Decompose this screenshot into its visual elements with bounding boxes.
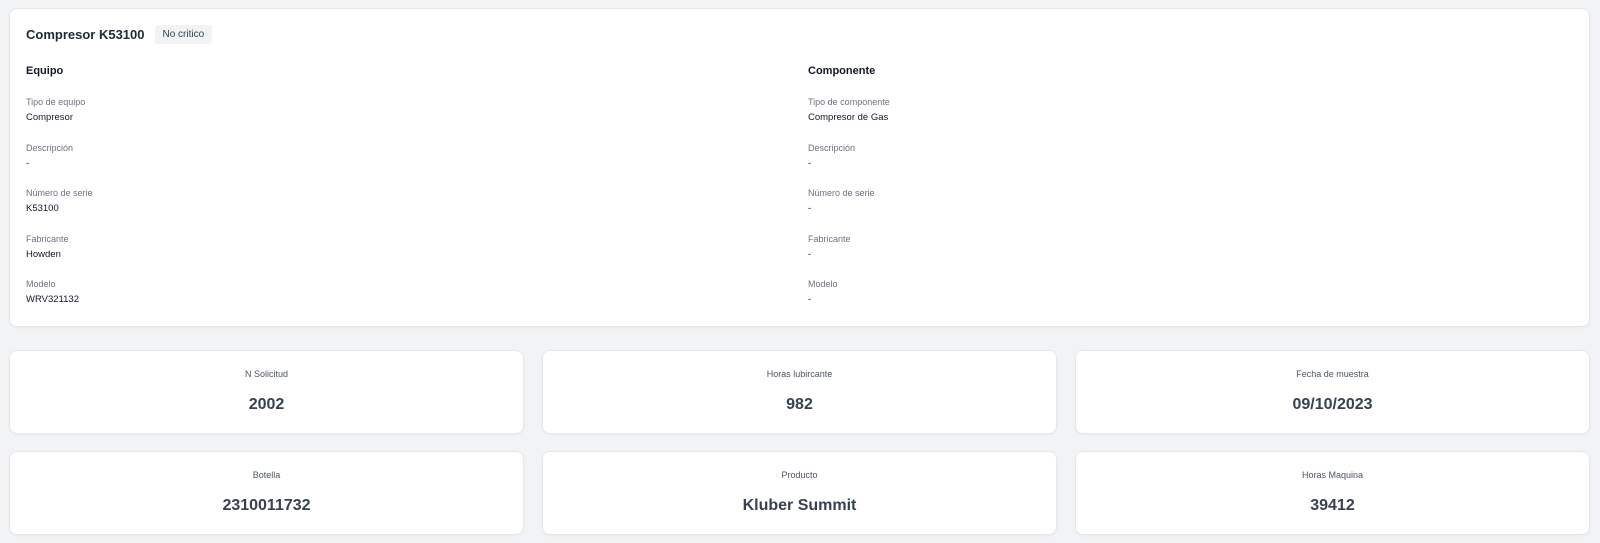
stat-card-fecha-muestra: Fecha de muestra 09/10/2023 [1075,350,1590,434]
field-value: - [808,157,812,169]
field-value: - [26,157,30,169]
field-modelo-equipo: Modelo WRV321132 [26,278,93,324]
field-value: Compresor de Gas [808,112,889,123]
stat-card-horas-maquina: Horas Maquina 39412 [1075,451,1590,535]
field-value: Howden [26,248,61,260]
stat-label: Botella [252,470,281,480]
field-value: K53100 [26,203,59,214]
criticality-badge: No critico [154,25,213,44]
field-value: - [808,294,812,305]
field-modelo-componente: Modelo - [808,278,890,324]
field-numero-serie-componente: Número de serie - [808,187,890,233]
stat-card-botella: Botella 2310011732 [9,451,524,535]
equipo-heading: Equipo [26,65,64,77]
stat-value: 39412 [1310,497,1355,514]
componente-heading: Componente [808,65,876,77]
field-descripcion-equipo: Descripción - [26,142,93,188]
stat-value: Kluber Summit [742,497,857,514]
stat-card-n-solicitud: N Solicitud 2002 [9,350,524,434]
field-label: Número de serie [808,188,875,198]
page-title: Compresor K53100 [26,27,145,42]
stat-label: Fecha de muestra [1296,369,1369,379]
stat-value: 982 [786,396,813,413]
field-value: Compresor [26,112,73,123]
field-label: Fabricante [26,233,69,244]
field-label: Descripción [808,142,856,153]
field-label: Modelo [26,279,56,289]
stat-value: 2310011732 [222,497,311,514]
field-value: - [808,248,812,260]
componente-section: Componente Tipo de componente Compresor … [808,65,890,324]
equipment-info-card: Compresor K53100 No critico Equipo Tipo … [9,8,1590,327]
field-fabricante-equipo: Fabricante Howden [26,233,93,279]
stat-label: Producto [781,470,818,480]
field-label: Tipo de equipo [26,97,86,107]
field-value: WRV321132 [26,294,79,305]
field-fabricante-componente: Fabricante - [808,233,890,279]
field-tipo-equipo: Tipo de equipo Compresor [26,96,93,142]
field-descripcion-componente: Descripción - [808,142,890,188]
stat-value: 2002 [248,396,285,413]
field-label: Tipo de componente [808,97,890,107]
field-label: Descripción [26,142,74,153]
field-tipo-componente: Tipo de componente Compresor de Gas [808,96,890,142]
stat-card-producto: Producto Kluber Summit [542,451,1057,535]
stat-label: Horas lubircante [766,369,833,379]
field-numero-serie-equipo: Número de serie K53100 [26,187,93,233]
field-value: - [808,203,812,214]
card-header: Compresor K53100 No critico [26,25,213,44]
stat-label: Horas Maquina [1301,470,1364,480]
field-label: Fabricante [808,233,851,244]
stat-value: 09/10/2023 [1292,396,1373,413]
stat-card-horas-lubricante: Horas lubircante 982 [542,350,1057,434]
stat-label: N Solicitud [244,369,289,379]
equipo-section: Equipo Tipo de equipo Compresor Descripc… [26,65,93,324]
field-label: Número de serie [26,188,93,198]
field-label: Modelo [808,279,838,289]
